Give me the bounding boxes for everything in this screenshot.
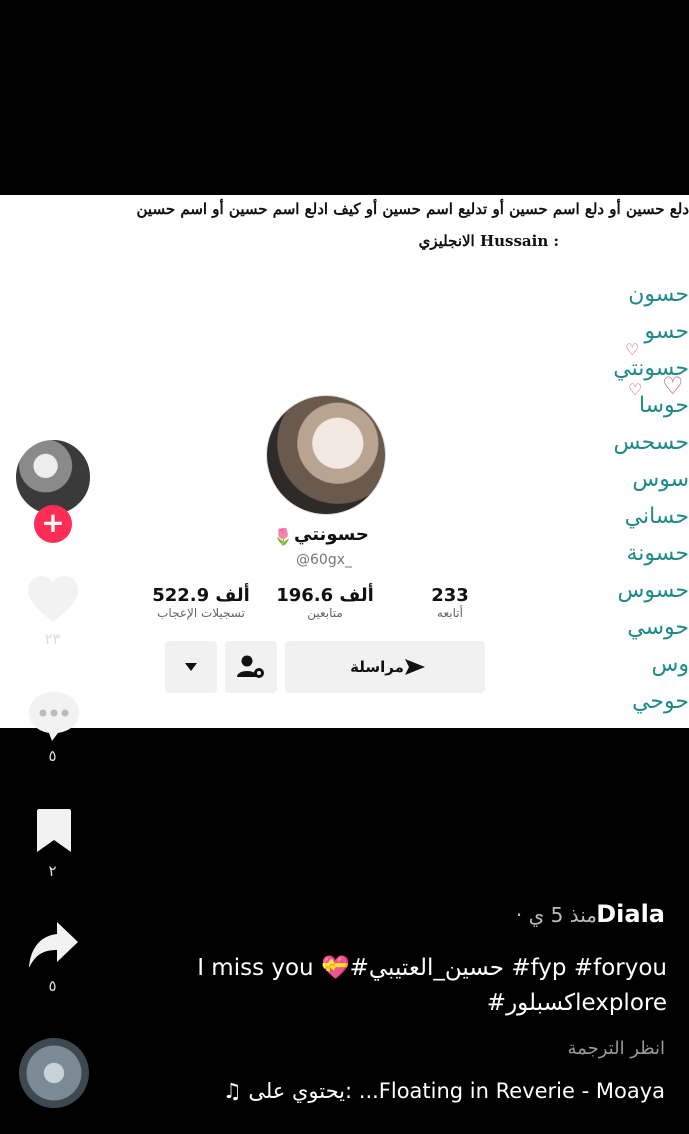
profile-avatar: [266, 395, 386, 515]
caption-time: منذ 5 ي ·: [515, 903, 597, 927]
music-disc[interactable]: [19, 1038, 89, 1108]
caption-username[interactable]: Diala: [596, 900, 665, 928]
profile-name: حسونتي: [294, 524, 369, 545]
comments-count: ٥: [48, 747, 57, 765]
nickname: حسحس: [613, 430, 689, 455]
share-arrow-icon[interactable]: [27, 920, 79, 972]
nickname: سوس: [632, 467, 689, 492]
caret-down-icon: [185, 663, 197, 671]
video-top-text: دلع حسين أو دلع اسم حسين أو تدليع اسم حس…: [136, 200, 689, 218]
nickname: حسون: [628, 282, 689, 307]
nickname: حسوس: [617, 578, 689, 603]
send-icon: [404, 659, 425, 675]
nickname: حوسي: [627, 615, 689, 640]
see-translation-link[interactable]: انظر الترجمة: [568, 1038, 665, 1059]
stat-followers: 196.6 ألف متابعين: [276, 585, 374, 620]
music-track[interactable]: ♫ يحتوي على: ...Floating in Reverie - Mo…: [223, 1079, 665, 1103]
caption-text-line1: I miss you 💝#حسين_العتيبي #fyp #foryou: [197, 955, 667, 981]
like-heart-icon[interactable]: [27, 575, 79, 625]
follow-button[interactable]: +: [34, 505, 72, 543]
video-frame[interactable]: دلع حسين أو دلع اسم حسين أو تدليع اسم حس…: [0, 195, 689, 728]
dropdown-button: [165, 641, 217, 693]
person-gear-icon: [237, 655, 264, 678]
stat-likes: 522.9 ألف تسجيلات الإعجاب: [152, 585, 250, 620]
nickname-list: حسون حسو حسونتي حوسا حسحس سوس حساني حسون…: [600, 280, 689, 724]
video-top-text-2: الانجليزي Hussain :: [418, 232, 559, 250]
nickname: حوحي: [632, 689, 689, 714]
profile-settings-button: [225, 641, 277, 693]
likes-count: ٢٣: [44, 630, 61, 648]
heart-doodle-icon: ♡: [628, 380, 643, 399]
bookmark-icon[interactable]: [35, 808, 73, 854]
message-button: مراسلة: [285, 641, 485, 693]
nickname: حسونة: [626, 541, 689, 566]
nickname: حساني: [624, 504, 689, 529]
saves-count: ٢: [48, 862, 57, 880]
shares-count: ٥: [48, 977, 57, 995]
caption-text-line2: #اكسبلورexplore: [486, 990, 667, 1016]
nickname: وس: [651, 652, 689, 677]
stat-following: 233 أتابعه: [431, 585, 469, 620]
heart-doodle-icon: ♡: [662, 372, 684, 400]
profile-handle: @60gx_: [296, 552, 352, 568]
comment-icon[interactable]: [27, 690, 81, 742]
tulip-icon: 🌷: [273, 527, 293, 546]
nickname: حسو: [644, 319, 689, 344]
heart-doodle-icon: ♡: [625, 340, 640, 359]
